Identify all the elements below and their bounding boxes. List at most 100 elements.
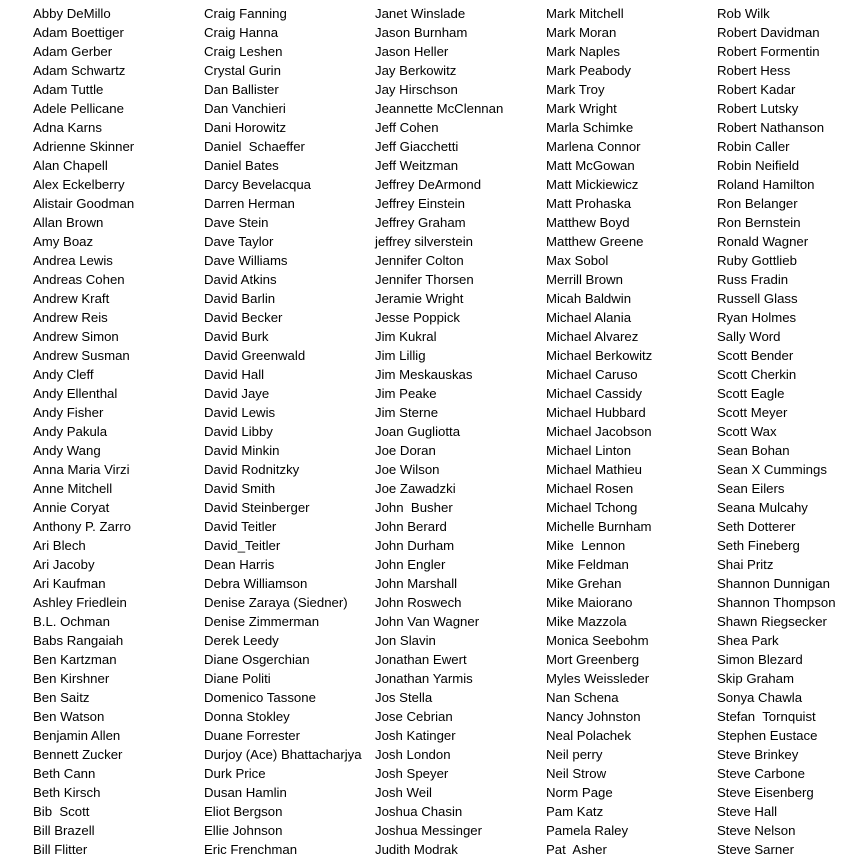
name-entry: Adrienne Skinner [33,139,135,154]
name-entry: Mike Grehan [546,576,622,591]
name-entry: Jeannette McClennan [375,101,504,116]
name-entry: Beth Kirsch [33,785,101,800]
name-entry: Jeramie Wright [375,291,464,306]
name-entry: Daniel Bates [204,158,279,173]
name-entry: Denise Zaraya (Siedner) [204,595,348,610]
name-entry: John Roswech [375,595,462,610]
name-entry: Pam Katz [546,804,604,819]
name-entry: Ruby Gottlieb [717,253,797,268]
name-entry: Simon Blezard [717,652,803,667]
name-entry: David Libby [204,424,273,439]
name-entry: Allan Brown [33,215,104,230]
name-entry: Mark Wright [546,101,617,116]
name-entry: Michelle Burnham [546,519,652,534]
name-entry: Ben Kartzman [33,652,117,667]
name-entry: David Greenwald [204,348,306,363]
name-entry: Darcy Bevelacqua [204,177,312,192]
name-entry: Mark Peabody [546,63,632,78]
name-entry: Michael Tchong [546,500,638,515]
name-entry: Shai Pritz [717,557,774,572]
name-entry: Jesse Poppick [375,310,461,325]
name-entry: Robert Formentin [717,44,820,59]
name-entry: Seth Fineberg [717,538,800,553]
name-entry: Jeffrey Einstein [375,196,465,211]
name-entry: Diane Politi [204,671,271,686]
name-entry: Michael Cassidy [546,386,643,401]
name-entry: David Hall [204,367,265,382]
name-entry: Neal Polachek [546,728,632,743]
name-entry: John Busher [375,500,453,515]
name-entry: Nan Schena [546,690,619,705]
name-entry: David Burk [204,329,269,344]
name-entry: David Smith [204,481,276,496]
name-entry: Jay Berkowitz [375,63,457,78]
name-entry: Neil Strow [546,766,607,781]
name-entry: Stephen Eustace [717,728,818,743]
name-entry: Mark Mitchell [546,6,624,21]
name-entry: Ron Belanger [717,196,798,211]
name-entry: Denise Zimmerman [204,614,320,629]
name-entry: Matt McGowan [546,158,635,173]
name-entry: Shawn Riegsecker [717,614,827,629]
name-entry: Marla Schimke [546,120,634,135]
name-column-3: Janet Winslade Jason Burnham Jason Heller J… [375,4,503,859]
name-entry: Eliot Bergson [204,804,283,819]
name-entry: Bennett Zucker [33,747,123,762]
name-entry: Andrew Kraft [33,291,110,306]
name-entry: Robert Davidman [717,25,820,40]
name-entry: Michael Berkowitz [546,348,653,363]
name-entry: Mort Greenberg [546,652,640,667]
name-entry: Annie Coryat [33,500,110,515]
name-entry: Michael Hubbard [546,405,646,420]
name-entry: Robert Hess [717,63,791,78]
name-entry: Ellie Johnson [204,823,283,838]
name-entry: Pamela Raley [546,823,629,838]
name-entry: David Rodnitzky [204,462,300,477]
name-entry: Matt Mickiewicz [546,177,639,192]
name-entry: Ari Blech [33,538,86,553]
name-entry: Jeffrey Graham [375,215,466,230]
name-entry: Josh Speyer [375,766,449,781]
name-entry: Jason Heller [375,44,449,59]
name-entry: Domenico Tassone [204,690,316,705]
name-entry: Micah Baldwin [546,291,632,306]
name-entry: Scott Bender [717,348,794,363]
name-entry: Bib Scott [33,804,90,819]
name-entry: Mike Mazzola [546,614,627,629]
name-entry: Josh Weil [375,785,432,800]
name-entry: David Atkins [204,272,277,287]
name-entry: Jonathan Yarmis [375,671,473,686]
name-entry: Abby DeMillo [33,6,111,21]
name-entry: Ben Saitz [33,690,90,705]
name-entry: Jim Sterne [375,405,439,420]
name-entry: Jason Burnham [375,25,468,40]
name-entry: Darren Herman [204,196,295,211]
name-entry: Steve Nelson [717,823,796,838]
name-entry: jeffrey silverstein [375,234,473,249]
name-entry: Andy Pakula [33,424,108,439]
name-entry: Shea Park [717,633,779,648]
name-entry: Matthew Boyd [546,215,630,230]
name-entry: John Van Wagner [375,614,480,629]
name-entry: David Becker [204,310,283,325]
name-entry: Diane Osgerchian [204,652,310,667]
name-entry: Seth Dotterer [717,519,796,534]
name-entry: Benjamin Allen [33,728,121,743]
name-entry: Matt Prohaska [546,196,632,211]
name-entry: Robert Kadar [717,82,796,97]
name-entry: Andy Cleff [33,367,94,382]
name-entry: Jennifer Colton [375,253,464,268]
name-entry: Jos Stella [375,690,433,705]
name-entry: Joe Wilson [375,462,440,477]
name-column-5: Rob Wilk Robert Davidman Robert Formentin R… [717,4,836,859]
name-entry: Steve Carbone [717,766,805,781]
name-entry: Adele Pellicane [33,101,124,116]
name-entry: Ronald Wagner [717,234,809,249]
name-entry: Ryan Holmes [717,310,797,325]
name-entry: Donna Stokley [204,709,290,724]
name-entry: Adam Tuttle [33,82,104,97]
name-entry: Craig Fanning [204,6,287,21]
name-entry: Andy Ellenthal [33,386,118,401]
name-entry: Sonya Chawla [717,690,803,705]
name-entry: Mark Naples [546,44,621,59]
